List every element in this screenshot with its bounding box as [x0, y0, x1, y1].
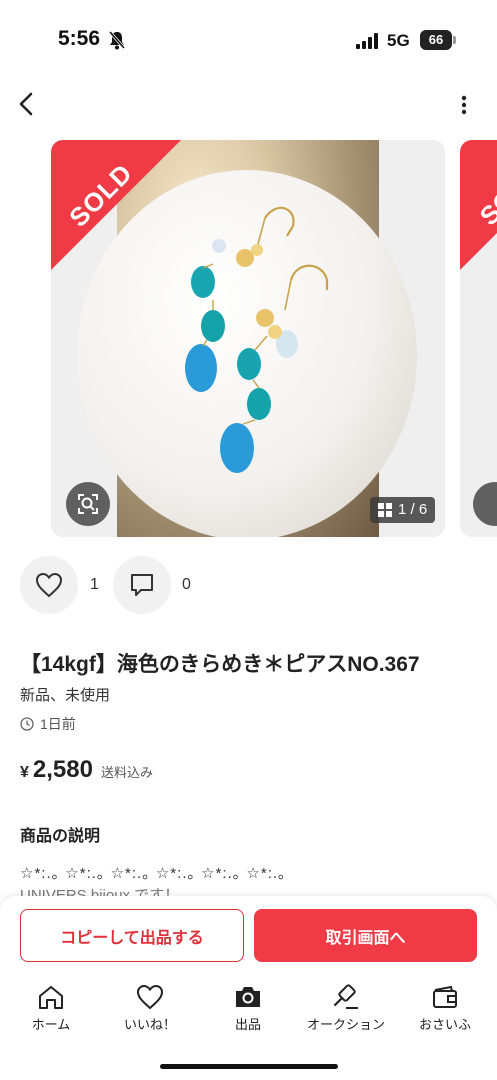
more-vertical-icon[interactable]: [456, 94, 472, 116]
tab-wallet[interactable]: おさいふ: [400, 984, 490, 1034]
status-bar: 5:56 5G 66: [0, 0, 497, 78]
posted-time: 1日前: [20, 714, 76, 734]
carousel-slide-next[interactable]: SOLD: [460, 140, 497, 537]
image-search-button-next[interactable]: [473, 482, 497, 526]
tab-home[interactable]: ホーム: [6, 984, 96, 1034]
scan-icon: [78, 494, 98, 514]
price-value: 2,580: [32, 756, 93, 783]
camera-icon: [236, 987, 260, 1007]
bell-off-icon: [108, 31, 126, 50]
posted-time-text: 1日前: [40, 716, 76, 732]
clock-icon: [20, 717, 34, 731]
comment-button[interactable]: [113, 556, 171, 614]
wallet-icon: [433, 985, 457, 1008]
grid-icon: [378, 503, 392, 517]
transaction-button[interactable]: 取引画面へ: [254, 909, 477, 962]
network-label: 5G: [387, 31, 410, 50]
gavel-icon: [333, 984, 358, 1009]
description-line: ☆*:.｡ ☆*:.｡ ☆*:.｡ ☆*:.｡ ☆*:.｡ ☆*:.｡: [20, 865, 287, 882]
signal-icon: [356, 33, 378, 49]
item-condition: 新品、未使用: [20, 687, 111, 704]
image-search-button[interactable]: [66, 482, 110, 526]
tab-home-label: ホーム: [31, 1017, 71, 1032]
heart-icon: [35, 572, 63, 598]
comment-count: 0: [182, 576, 191, 593]
home-icon: [39, 986, 63, 1009]
image-carousel[interactable]: SOLD 1 / 6 SOLD: [0, 140, 497, 537]
image-counter-text: 1 / 6: [398, 501, 428, 518]
copy-listing-button[interactable]: コピーして出品する: [20, 909, 244, 962]
like-count: 1: [90, 576, 99, 593]
item-title: 【14kgf】海色のきらめき＊ピアスNO.367: [20, 653, 420, 676]
heart-icon: [136, 984, 164, 1010]
tab-sell[interactable]: 出品: [203, 984, 293, 1034]
tab-bar: ホーム いいね！ 出品 オークション おさいふ: [0, 984, 497, 1044]
tab-likes-label: いいね！: [123, 1017, 176, 1032]
tab-likes[interactable]: いいね！: [105, 984, 195, 1034]
tab-auction[interactable]: オークション: [301, 984, 391, 1034]
like-button[interactable]: [20, 556, 78, 614]
carousel-slide[interactable]: SOLD 1 / 6: [51, 140, 445, 537]
image-counter: 1 / 6: [370, 497, 436, 523]
tab-sell-label: 出品: [234, 1017, 261, 1032]
price-currency: ¥: [20, 764, 29, 781]
status-time: 5:56: [58, 27, 101, 50]
price: ¥ 2,580 送料込み: [20, 756, 153, 784]
shipping-label: 送料込み: [100, 765, 153, 780]
tab-auction-label: オークション: [306, 1017, 385, 1032]
battery-indicator: 66: [420, 30, 452, 50]
back-arrow-icon[interactable]: [14, 90, 40, 118]
battery-tip: [453, 36, 456, 44]
home-indicator: [160, 1064, 338, 1069]
comment-icon: [131, 574, 153, 596]
tab-wallet-label: おさいふ: [418, 1017, 471, 1032]
description-heading: 商品の説明: [20, 828, 101, 845]
